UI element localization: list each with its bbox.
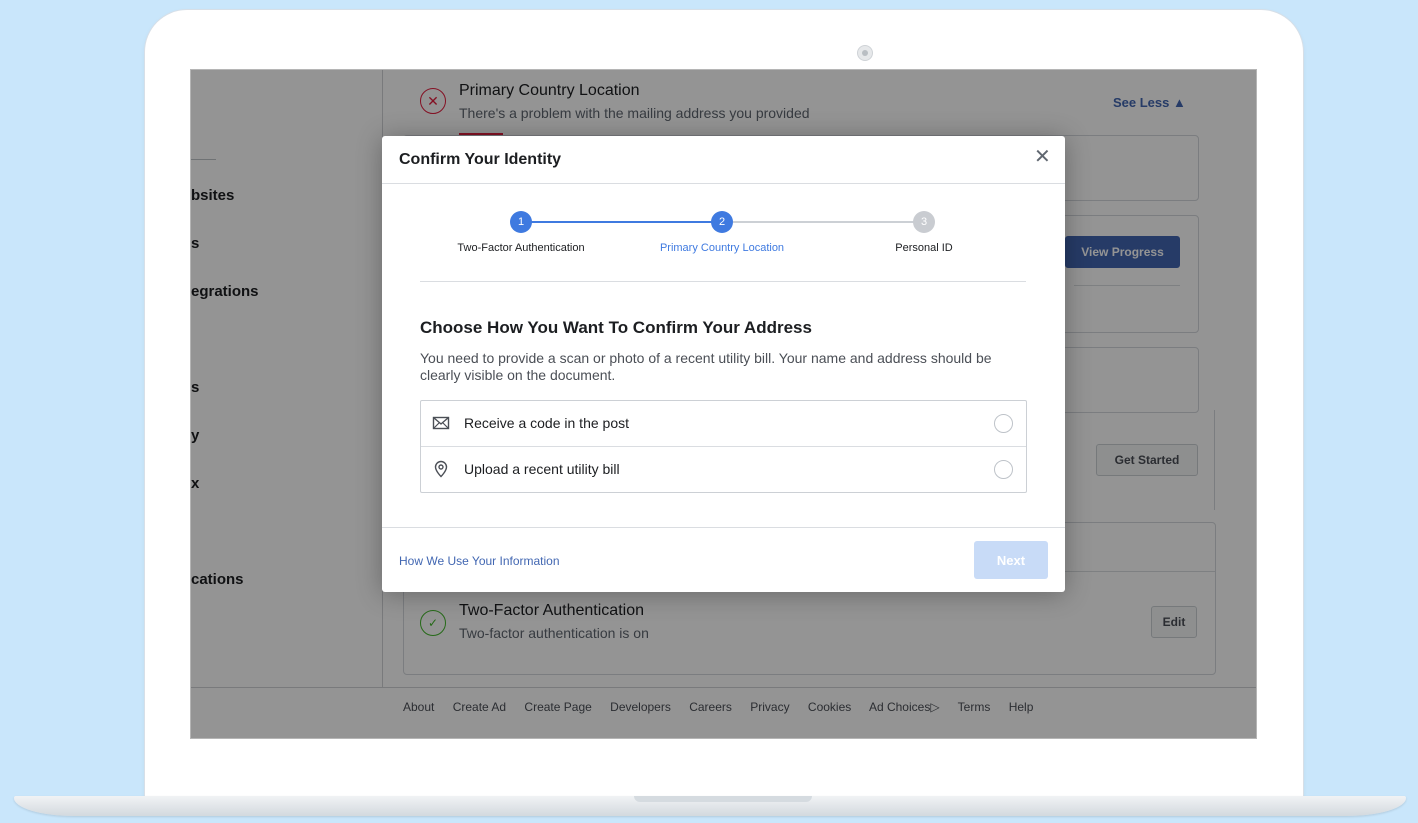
step-3-indicator: 3 [913, 211, 935, 233]
option-receive-code-radio[interactable] [994, 414, 1013, 433]
steps-divider [420, 281, 1026, 282]
step-1-indicator: 1 [510, 211, 532, 233]
step-2-indicator: 2 [711, 211, 733, 233]
option-upload-bill[interactable]: Upload a recent utility bill [421, 446, 1026, 492]
confirmation-options: Receive a code in the post Upload a rece… [420, 400, 1027, 493]
close-icon[interactable]: ✕ [1034, 147, 1051, 167]
step-2-label: Primary Country Location [659, 242, 785, 254]
dialog-title: Confirm Your Identity [399, 151, 562, 168]
step-3-label: Personal ID [895, 242, 953, 254]
option-upload-bill-label: Upload a recent utility bill [464, 461, 620, 477]
envelope-icon [432, 416, 450, 430]
dialog-footer: How We Use Your Information Next [382, 527, 1065, 593]
camera-icon [857, 45, 873, 61]
screen: bsites s egrations s y x cations ✕ Prima… [190, 69, 1257, 739]
stepper-pending-line [733, 221, 921, 223]
stepper-progress-line [531, 221, 722, 223]
confirm-identity-dialog: Confirm Your Identity ✕ 1 2 3 Two-Factor… [382, 136, 1065, 592]
option-receive-code[interactable]: Receive a code in the post [421, 401, 1026, 446]
laptop-notch [634, 796, 812, 802]
option-upload-bill-radio[interactable] [994, 460, 1013, 479]
how-we-use-info-link[interactable]: How We Use Your Information [399, 554, 560, 568]
step-1-label: Two-Factor Authentication [457, 242, 585, 254]
location-pin-icon [434, 460, 448, 478]
laptop-base [14, 796, 1406, 816]
section-title: Choose How You Want To Confirm Your Addr… [420, 318, 812, 337]
dialog-header: Confirm Your Identity ✕ [382, 136, 1065, 184]
section-description: You need to provide a scan or photo of a… [420, 350, 992, 383]
next-button[interactable]: Next [974, 541, 1048, 579]
option-receive-code-label: Receive a code in the post [464, 415, 629, 431]
